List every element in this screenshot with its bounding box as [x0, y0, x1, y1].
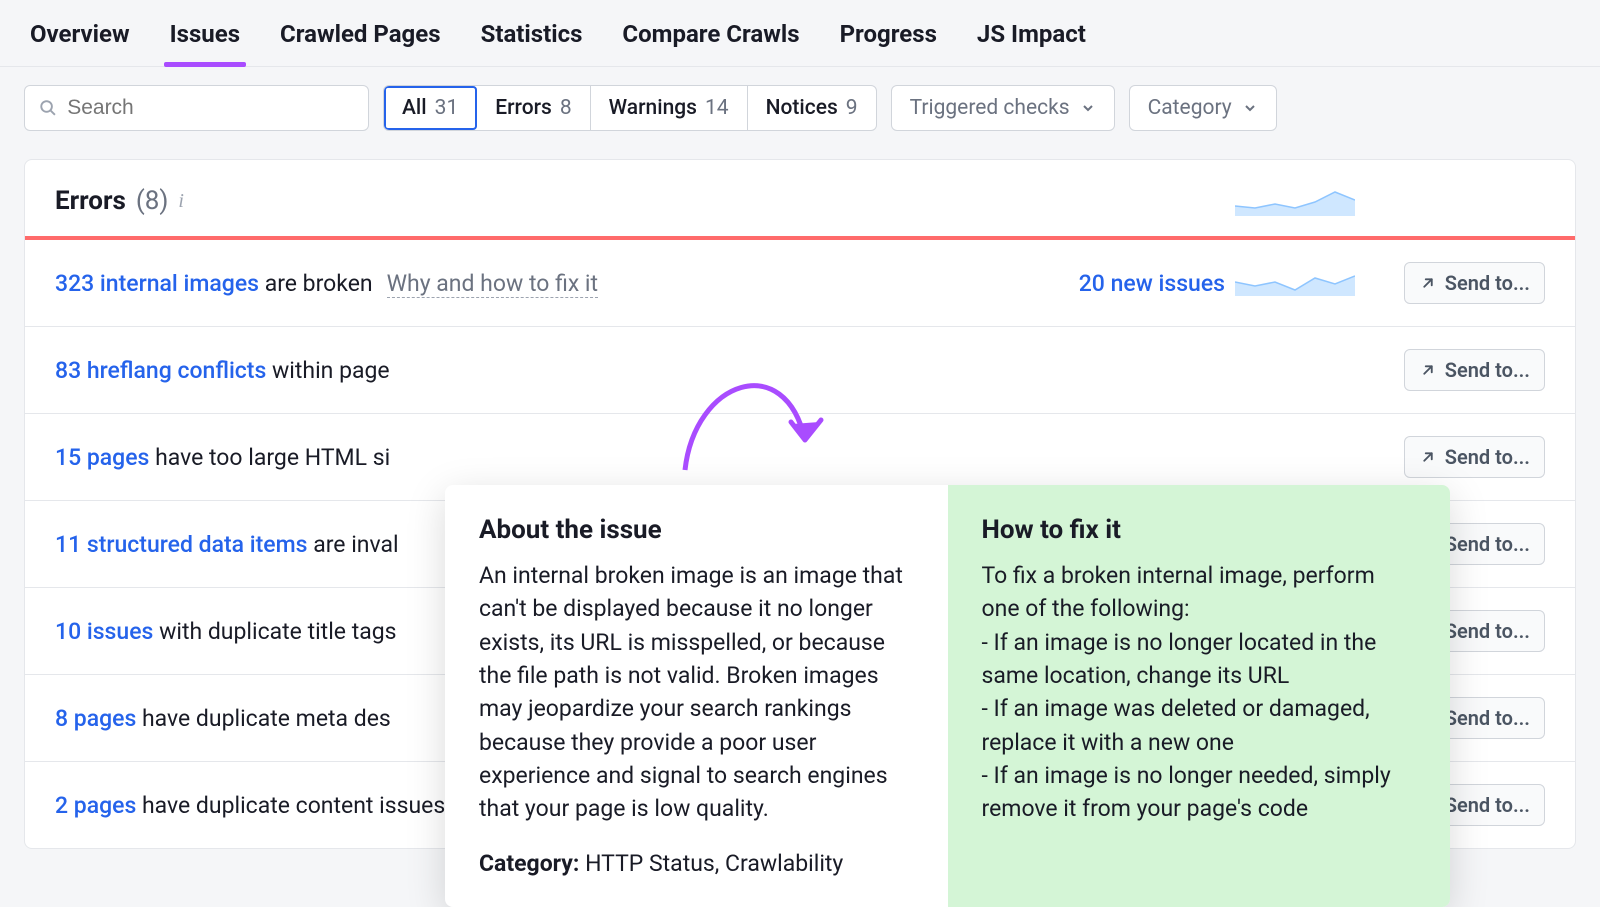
send-to-label: Send to... [1445, 532, 1530, 556]
issue-link[interactable]: 11 structured data items [55, 531, 308, 558]
popover-about-body: An internal broken image is an image tha… [479, 559, 914, 826]
tab-statistics[interactable]: Statistics [475, 12, 589, 66]
filter-segments: All 31Errors 8Warnings 14Notices 9 [383, 85, 877, 131]
tab-compare-crawls[interactable]: Compare Crawls [616, 12, 805, 66]
tab-js-impact[interactable]: JS Impact [971, 12, 1092, 66]
issue-text: are broken [259, 270, 373, 297]
search-box[interactable] [24, 85, 369, 131]
send-to-label: Send to... [1445, 619, 1530, 643]
issue-row: 323 internal images are broken Why and ho… [25, 240, 1575, 327]
send-to-button[interactable]: Send to... [1404, 349, 1545, 391]
popover-fix-body: To fix a broken internal image, perform … [982, 559, 1417, 826]
main-tabs: Overview Issues Crawled Pages Statistics Com… [0, 0, 1600, 67]
sparkline [1235, 184, 1355, 216]
send-icon [1419, 274, 1437, 292]
send-to-label: Send to... [1445, 271, 1530, 295]
send-to-button[interactable]: Send to... [1404, 262, 1545, 304]
issue-text: have duplicate meta des [136, 705, 390, 732]
issue-link[interactable]: 8 pages [55, 705, 136, 732]
filter-count: 9 [846, 96, 858, 120]
filter-label: Errors [495, 96, 552, 120]
popover-fix: How to fix it To fix a broken internal i… [948, 485, 1451, 907]
filter-count: 8 [560, 96, 572, 120]
popover-fix-title: How to fix it [982, 515, 1417, 545]
issue-link[interactable]: 10 issues [55, 618, 153, 645]
filter-label: Notices [766, 96, 838, 120]
category-dropdown[interactable]: Category [1129, 85, 1277, 131]
issue-text: within page [266, 357, 389, 384]
send-to-label: Send to... [1445, 358, 1530, 382]
filter-count: 31 [435, 96, 459, 120]
send-to-label: Send to... [1445, 793, 1530, 817]
panel-header: Errors (8) i [25, 160, 1575, 236]
panel-count: (8) [136, 186, 169, 216]
tab-issues[interactable]: Issues [164, 12, 246, 66]
issue-text: with duplicate title tags [153, 618, 396, 645]
search-input[interactable] [67, 96, 354, 120]
chevron-down-icon [1080, 100, 1096, 116]
why-and-how-link[interactable]: Why and how to fix it [387, 270, 598, 298]
dropdown-label: Category [1148, 96, 1232, 120]
filter-notices[interactable]: Notices 9 [748, 86, 876, 130]
errors-panel: Errors (8) i 323 internal images are bro… [24, 159, 1576, 849]
issue-row: 83 hreflang conflicts within page Send to… [25, 327, 1575, 414]
issue-cell: 15 pages have too large HTML si [55, 444, 1015, 471]
filter-label: Warnings [609, 96, 697, 120]
issue-cell: 323 internal images are broken Why and ho… [55, 270, 1015, 297]
new-issues-link[interactable]: 20 new issues [1015, 270, 1235, 297]
popover-category: Category: HTTP Status, Crawlability [479, 850, 914, 877]
why-how-popover: About the issue An internal broken image… [445, 485, 1450, 907]
tab-progress[interactable]: Progress [834, 12, 943, 66]
issue-link[interactable]: 83 hreflang conflicts [55, 357, 266, 384]
send-to-label: Send to... [1445, 706, 1530, 730]
chevron-down-icon [1242, 100, 1258, 116]
issue-text: have duplicate content issues [136, 792, 445, 819]
popover-about: About the issue An internal broken image… [445, 485, 948, 907]
triggered-checks-dropdown[interactable]: Triggered checks [891, 85, 1115, 131]
dropdown-label: Triggered checks [910, 96, 1070, 120]
filter-label: All [402, 96, 427, 120]
filter-errors[interactable]: Errors 8 [477, 86, 590, 130]
issue-text: have too large HTML si [149, 444, 390, 471]
issue-link[interactable]: 15 pages [55, 444, 149, 471]
send-icon [1419, 361, 1437, 379]
send-icon [1419, 448, 1437, 466]
issue-cell: 83 hreflang conflicts within page [55, 357, 1015, 384]
filter-all[interactable]: All 31 [384, 86, 477, 130]
tab-crawled-pages[interactable]: Crawled Pages [274, 12, 447, 66]
send-to-label: Send to... [1445, 445, 1530, 469]
tab-overview[interactable]: Overview [24, 12, 136, 66]
sparkline [1235, 264, 1355, 296]
filter-warnings[interactable]: Warnings 14 [591, 86, 748, 130]
panel-title: Errors [55, 186, 126, 216]
filter-count: 14 [705, 96, 729, 120]
popover-category-label: Category: [479, 850, 579, 877]
toolbar: All 31Errors 8Warnings 14Notices 9 Trigg… [0, 67, 1600, 149]
popover-about-title: About the issue [479, 515, 914, 545]
issue-text: are inval [308, 531, 399, 558]
sparkline-cell [1235, 264, 1365, 302]
issue-link[interactable]: 2 pages [55, 792, 136, 819]
popover-category-value: HTTP Status, Crawlability [579, 850, 843, 877]
issue-link[interactable]: 323 internal images [55, 270, 259, 297]
send-to-button[interactable]: Send to... [1404, 436, 1545, 478]
search-icon [39, 98, 57, 118]
info-icon[interactable]: i [178, 190, 184, 213]
